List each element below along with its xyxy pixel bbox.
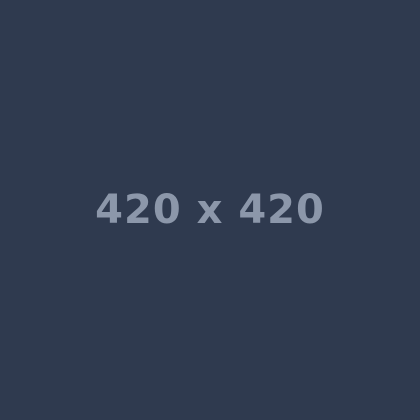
placeholder-image: 420 x 420	[0, 0, 420, 420]
dimensions-label: 420 x 420	[95, 187, 325, 233]
